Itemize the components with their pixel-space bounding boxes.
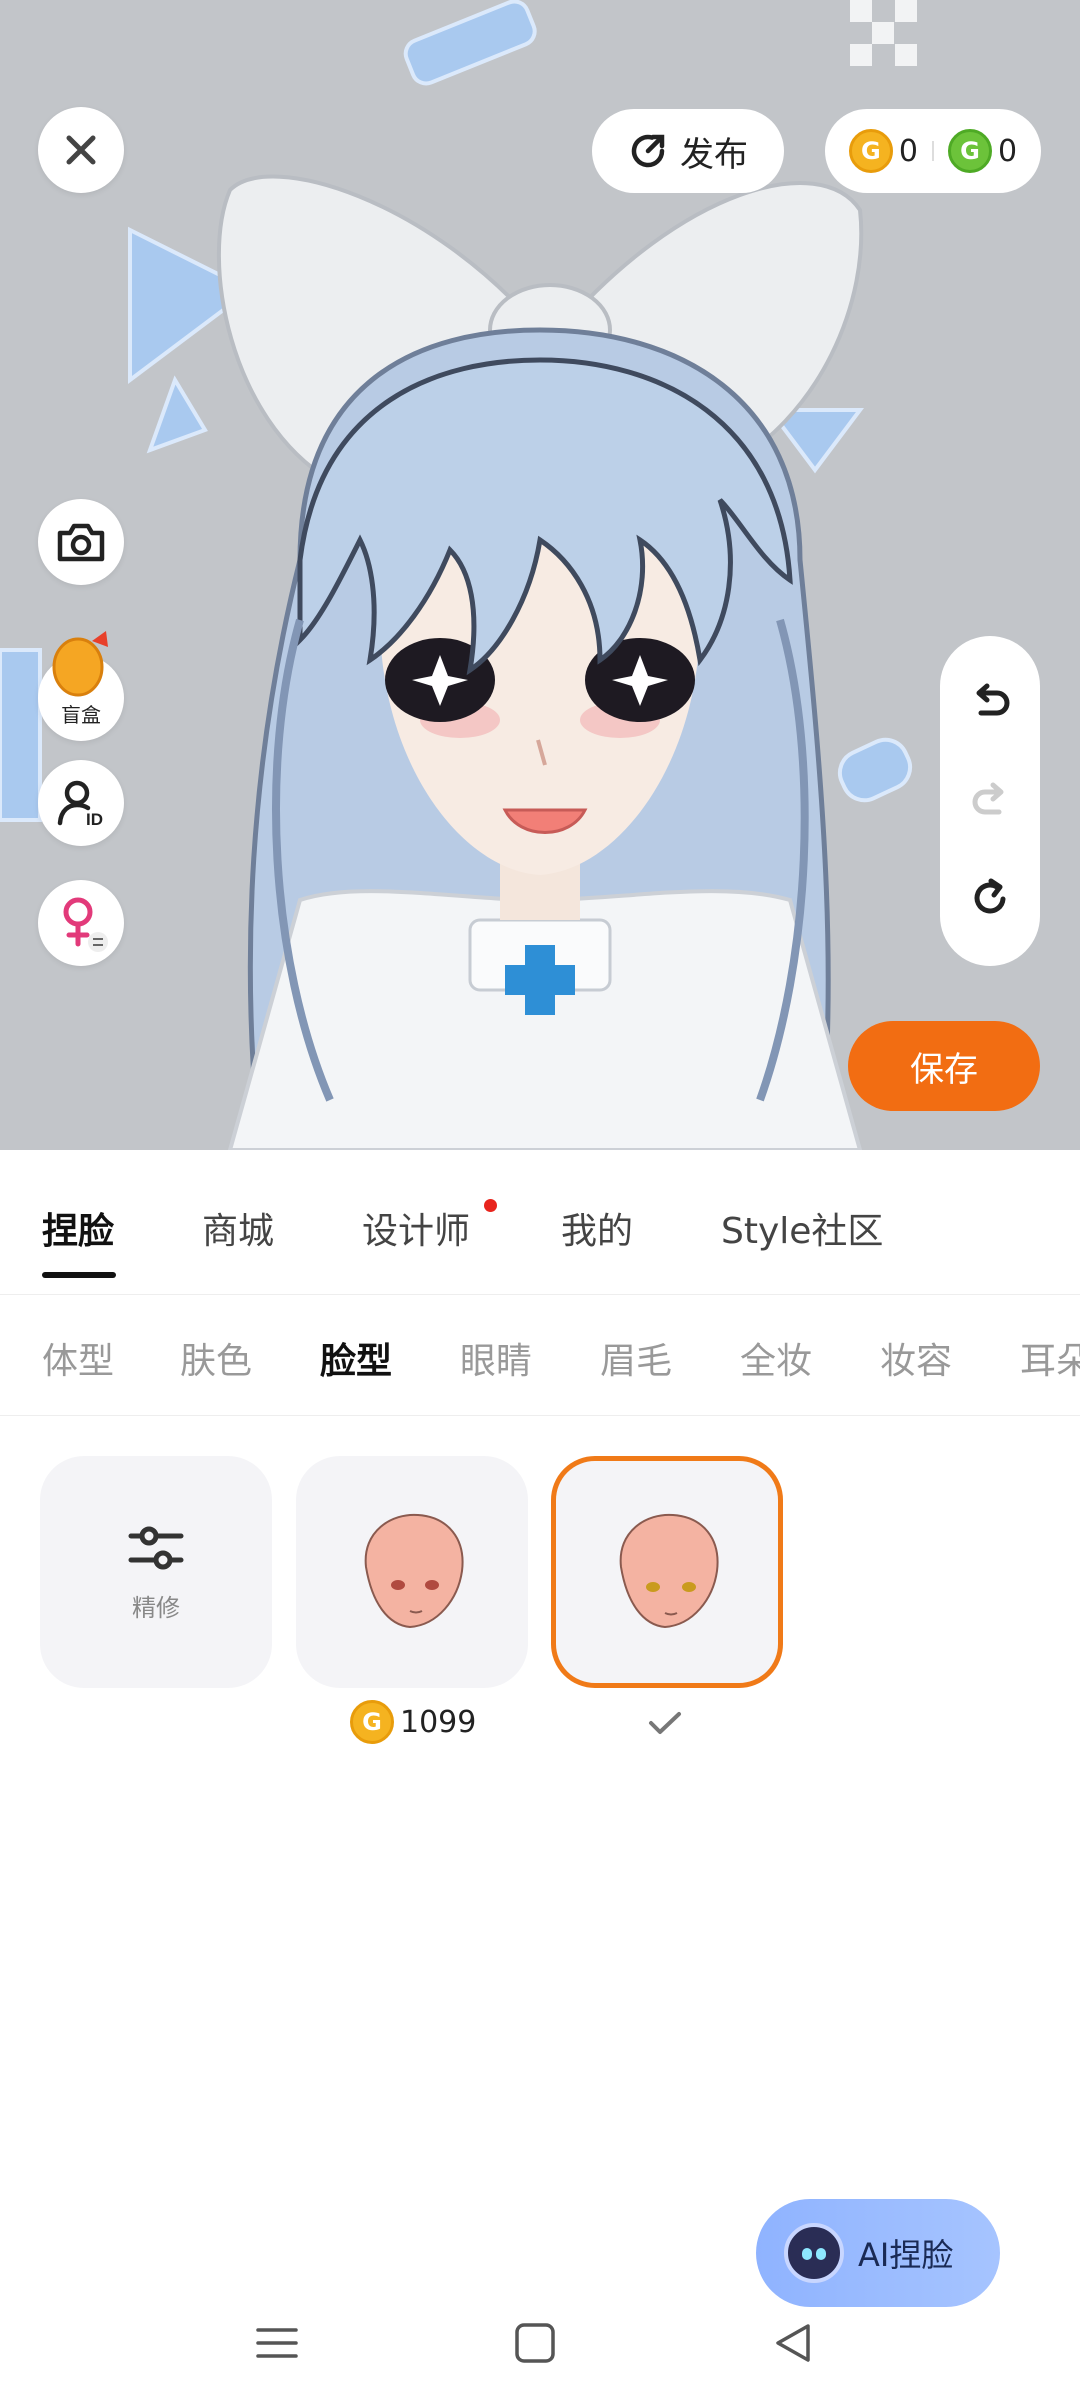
- item-price: G 1099: [350, 1700, 476, 1744]
- refine-card[interactable]: 精修: [40, 1456, 272, 1688]
- face-shape-thumbnail: [364, 1513, 464, 1629]
- face-shape-thumbnail: [619, 1513, 719, 1629]
- main-tab-bar: 捏脸 商城 设计师 我的 Style社区: [0, 1150, 1080, 1295]
- redo-icon[interactable]: [967, 778, 1013, 824]
- blind-box-label: 盲盒: [61, 702, 101, 727]
- close-button[interactable]: [38, 107, 124, 193]
- sliders-icon: [128, 1526, 184, 1569]
- publish-button[interactable]: 发布: [592, 109, 784, 193]
- gender-switch-button[interactable]: [38, 880, 124, 966]
- category-body[interactable]: 体型: [42, 1332, 114, 1384]
- price-value: 1099: [400, 1704, 477, 1740]
- category-makeup[interactable]: 妆容: [880, 1332, 952, 1384]
- face-shape-item[interactable]: [296, 1456, 528, 1688]
- blind-box-egg-icon: [52, 631, 108, 697]
- publish-icon: [631, 134, 665, 168]
- refine-label: 精修: [132, 1593, 180, 1622]
- active-tab-indicator: [42, 1272, 116, 1278]
- robot-icon: [784, 2223, 844, 2283]
- check-icon: [649, 1712, 681, 1734]
- category-eyes[interactable]: 眼睛: [460, 1332, 532, 1384]
- gold-coin-icon: G: [350, 1700, 394, 1744]
- ai-face-button[interactable]: AI捏脸: [756, 2199, 1000, 2307]
- notification-dot: [484, 1199, 497, 1212]
- camera-icon: [57, 523, 105, 562]
- green-coin-icon: G: [948, 129, 992, 173]
- history-panel: [940, 636, 1040, 966]
- system-navigation-bar: [0, 2300, 1080, 2400]
- undo-icon[interactable]: [967, 681, 1013, 727]
- face-shape-item-selected[interactable]: [551, 1456, 783, 1688]
- close-icon: [66, 135, 96, 165]
- user-id-icon: ID: [57, 780, 103, 829]
- currency-balance[interactable]: G 0 G 0: [825, 109, 1041, 193]
- category-skin-color[interactable]: 肤色: [180, 1332, 252, 1384]
- camera-button[interactable]: [38, 499, 124, 585]
- female-icon: [63, 897, 108, 952]
- tab-designer[interactable]: 设计师: [362, 1202, 470, 1254]
- category-tab-bar: 体型 肤色 脸型 眼睛 眉毛 全妆 妆容 耳朵: [0, 1296, 1080, 1416]
- menu-icon[interactable]: [254, 2320, 300, 2366]
- category-eyebrows[interactable]: 眉毛: [600, 1332, 672, 1384]
- category-face-shape[interactable]: 脸型: [320, 1332, 392, 1384]
- tab-store[interactable]: 商城: [202, 1202, 274, 1254]
- blind-box-button[interactable]: 盲盒: [38, 631, 124, 741]
- ai-face-label: AI捏脸: [858, 2236, 954, 2274]
- green-coin-count: 0: [998, 133, 1018, 169]
- save-button[interactable]: 保存: [848, 1021, 1040, 1111]
- category-ears[interactable]: 耳朵: [1020, 1332, 1080, 1384]
- category-full-makeup[interactable]: 全妆: [740, 1332, 812, 1384]
- back-icon[interactable]: [770, 2320, 816, 2366]
- avatar-preview[interactable]: 发布 G 0 G 0 盲盒 ID 保存: [0, 0, 1080, 1150]
- divider: [932, 141, 934, 161]
- svg-text:ID: ID: [86, 810, 103, 829]
- gold-coin-icon: G: [848, 129, 893, 173]
- reset-icon[interactable]: [967, 875, 1013, 921]
- gold-coin-count: 0: [898, 133, 918, 169]
- tab-face-sculpt[interactable]: 捏脸: [42, 1202, 114, 1254]
- avatar-id-button[interactable]: ID: [38, 760, 124, 846]
- publish-label: 发布: [680, 134, 748, 175]
- tab-mine[interactable]: 我的: [561, 1202, 633, 1254]
- tab-style-community[interactable]: Style社区: [721, 1202, 883, 1254]
- home-icon[interactable]: [512, 2320, 558, 2366]
